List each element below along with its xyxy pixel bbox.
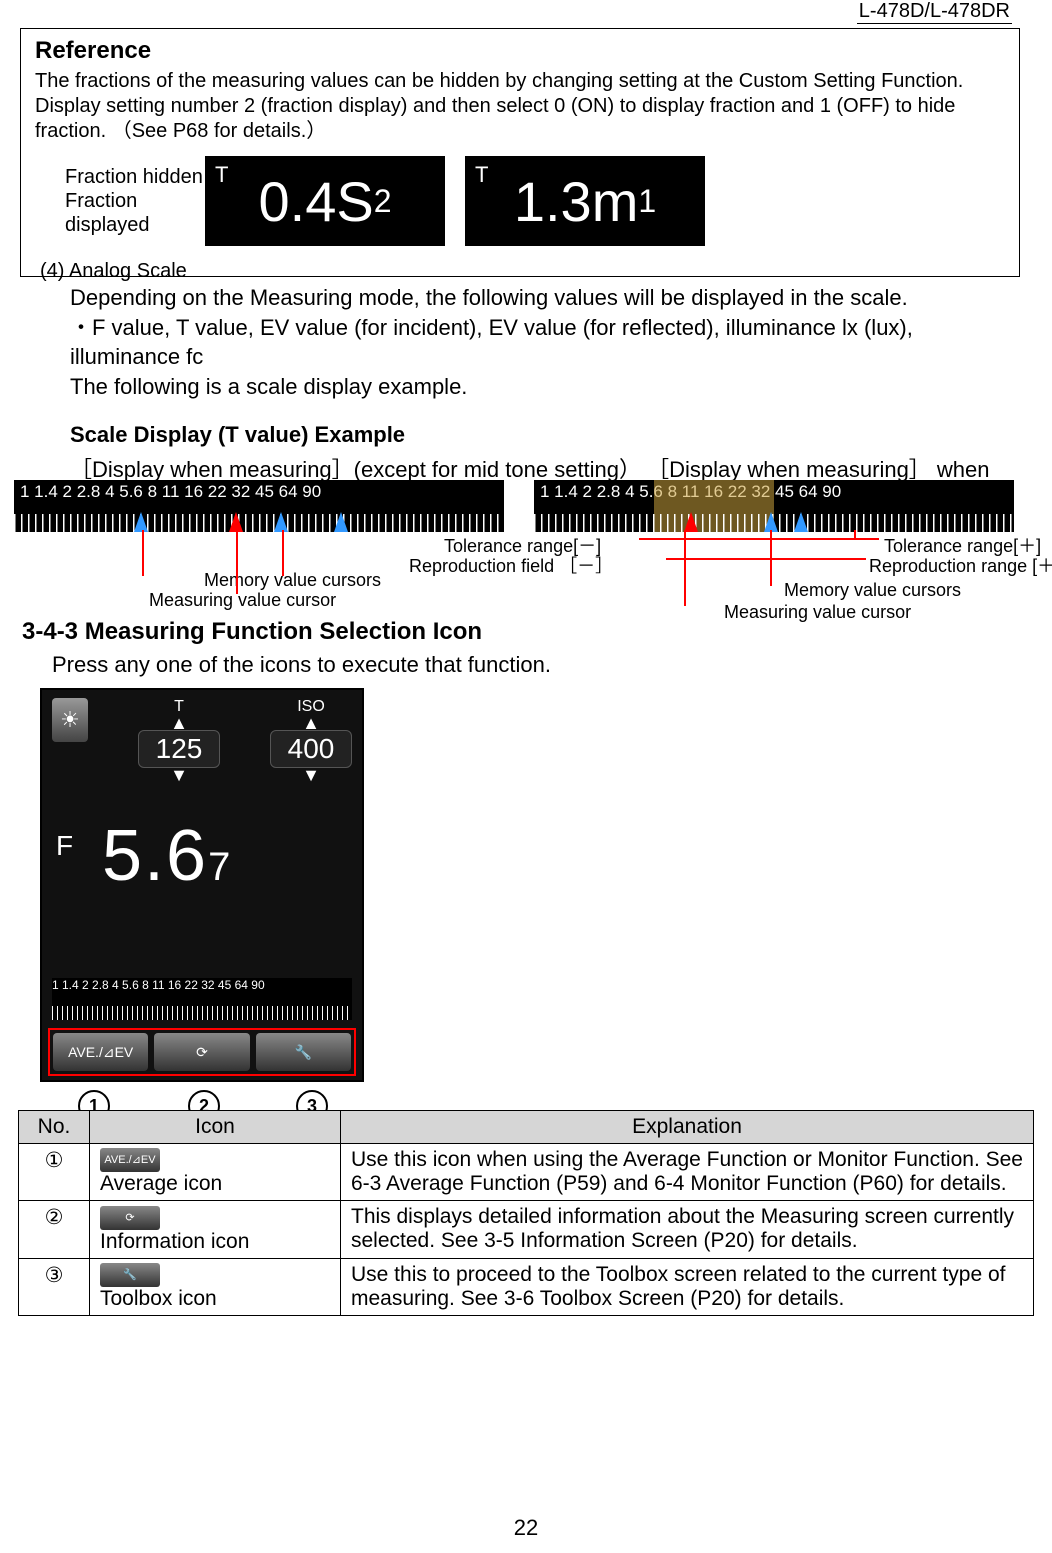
- f-sub: 7: [208, 845, 232, 889]
- t-value: 125: [138, 730, 220, 768]
- scale-left: 1 1.4 2 2.8 4 5.6 8 11 16 22 32 45 64 90: [14, 480, 504, 532]
- info-button[interactable]: ⟳: [154, 1033, 249, 1071]
- header-model: L-478D/L-478DR: [857, 0, 1012, 24]
- analog-scale-section: (4) Analog Scale Depending on the Measur…: [0, 260, 1052, 517]
- measuring-cursor-icon: [684, 512, 698, 532]
- col-icon: Icon: [90, 1111, 341, 1144]
- col-explanation: Explanation: [341, 1111, 1034, 1144]
- anno-memory-cursors-left: Memory value cursors: [204, 570, 381, 591]
- section-3-4-3: 3-4-3 Measuring Function Selection Icon …: [0, 618, 1052, 1124]
- table-row: ① AVE./⊿EV Average icon Use this icon wh…: [19, 1144, 1034, 1201]
- analog-line2: ・F value, T value, EV value (for inciden…: [70, 313, 1012, 372]
- reference-title: Reference: [35, 37, 1005, 65]
- row3-explanation: Use this to proceed to the Toolbox scree…: [341, 1258, 1034, 1315]
- col-no: No.: [19, 1111, 90, 1144]
- scale-right: 1 1.4 2 2.8 4 5.6 8 11 16 22 32 45 64 90: [534, 480, 1014, 532]
- row1-no: ①: [19, 1144, 90, 1201]
- anno-measuring-cursor-left: Measuring value cursor: [149, 590, 336, 611]
- leader-line: [684, 530, 686, 606]
- section-343-title: 3-4-3 Measuring Function Selection Icon: [22, 618, 1030, 646]
- table-header-row: No. Icon Explanation: [19, 1111, 1034, 1144]
- icon-explanation-table: No. Icon Explanation ① AVE./⊿EV Average …: [18, 1110, 1034, 1316]
- leader-line: [854, 530, 856, 540]
- anno-memory-cursors-right: Memory value cursors: [784, 580, 961, 601]
- row2-explanation: This displays detailed information about…: [341, 1201, 1034, 1258]
- t-sup-icon: T: [215, 162, 228, 188]
- row2-no: ②: [19, 1201, 90, 1258]
- table-row: ③ 🔧 Toolbox icon Use this to proceed to …: [19, 1258, 1034, 1315]
- fraction-displayed-label: Fraction displayed: [65, 189, 205, 237]
- memory-cursor-icon: [134, 512, 148, 532]
- frac2-unit: m: [592, 169, 639, 234]
- chevron-down-icon[interactable]: ▼: [170, 768, 188, 782]
- memory-cursor-icon: [274, 512, 288, 532]
- fraction-labels: Fraction hidden Fraction displayed: [65, 165, 205, 237]
- anno-reproduction-minus: Reproduction field ［－］: [409, 552, 613, 578]
- leader-line: [666, 558, 866, 560]
- fraction-row: Fraction hidden Fraction displayed T 0.4…: [35, 156, 1005, 246]
- chevron-up-icon[interactable]: ▲: [302, 716, 320, 730]
- memory-cursor-icon: [334, 512, 348, 532]
- row1-icon-label: Average icon: [100, 1172, 222, 1195]
- scale-left-numbers: 1 1.4 2 2.8 4 5.6 8 11 16 22 32 45 64 90: [14, 482, 327, 502]
- scale-left-ticks: [14, 514, 504, 532]
- measuring-cursor-icon: [229, 512, 243, 532]
- memory-cursor-icon: [794, 512, 808, 532]
- device-scale-ticks: [52, 1006, 352, 1020]
- leader-line: [236, 530, 238, 594]
- f-value: 5.67: [102, 815, 232, 897]
- reference-box: Reference The fractions of the measuring…: [20, 28, 1020, 277]
- f-main: 5.6: [102, 816, 208, 896]
- memory-cursor-icon: [764, 512, 778, 532]
- function-icon-row: AVE./⊿EV ⟳ 🔧: [48, 1028, 356, 1076]
- average-icon: AVE./⊿EV: [100, 1148, 160, 1172]
- analog-line1: Depending on the Measuring mode, the fol…: [70, 283, 1012, 313]
- toolbox-button[interactable]: 🔧: [256, 1033, 351, 1071]
- frac1-main: 0.4: [258, 169, 336, 234]
- leader-line: [639, 538, 879, 540]
- frac2-sub: 1: [638, 183, 656, 220]
- leader-line: [770, 530, 772, 586]
- device-scale-numbers: 1 1.4 2 2.8 4 5.6 8 11 16 22 32 45 64 90: [52, 978, 352, 992]
- row3-no: ③: [19, 1258, 90, 1315]
- iso-value-box[interactable]: ISO ▲ 400 ▼: [270, 698, 352, 783]
- frac1-sub: 2: [374, 183, 392, 220]
- brightness-icon[interactable]: ☀: [52, 698, 88, 742]
- device-screen: ☀ T ▲ 125 ▼ ISO ▲ 400 ▼ F 5.67 1 1.4 2 2…: [40, 688, 364, 1082]
- fraction-display-1: T 0.4S2: [205, 156, 445, 246]
- device-scale: 1 1.4 2 2.8 4 5.6 8 11 16 22 32 45 64 90: [52, 978, 352, 1020]
- scales-area: 1 1.4 2 2.8 4 5.6 8 11 16 22 32 45 64 90…: [14, 480, 1034, 614]
- t-sup-icon: T: [475, 162, 488, 188]
- fraction-hidden-label: Fraction hidden: [65, 165, 205, 189]
- fraction-display-2: T 1.3m1: [465, 156, 705, 246]
- row1-icon-cell: AVE./⊿EV Average icon: [90, 1144, 341, 1201]
- toolbox-icon: 🔧: [100, 1263, 160, 1287]
- reference-body: The fractions of the measuring values ca…: [35, 69, 1005, 144]
- chevron-up-icon[interactable]: ▲: [170, 716, 188, 730]
- section-343-body: Press any one of the icons to execute th…: [52, 652, 1030, 678]
- info-icon: ⟳: [100, 1206, 160, 1230]
- row2-icon-label: Information icon: [100, 1230, 249, 1253]
- iso-value: 400: [270, 730, 352, 768]
- scale-title: Scale Display (T value) Example: [70, 420, 1012, 450]
- analog-line3: The following is a scale display example…: [70, 372, 1012, 402]
- t-value-box[interactable]: T ▲ 125 ▼: [138, 698, 220, 783]
- frac1-unit: S: [336, 169, 373, 234]
- row2-icon-cell: ⟳ Information icon: [90, 1201, 341, 1258]
- anno-reproduction-plus: Reproduction range [＋]: [869, 552, 1052, 578]
- fraction-displays: T 0.4S2 T 1.3m1: [205, 156, 705, 246]
- frac2-main: 1.3: [514, 169, 592, 234]
- leader-line: [142, 530, 144, 576]
- f-label: F: [56, 830, 73, 862]
- row3-icon-label: Toolbox icon: [100, 1287, 217, 1310]
- leader-line: [282, 530, 284, 576]
- table-row: ② ⟳ Information icon This displays detai…: [19, 1201, 1034, 1258]
- page-number: 22: [0, 1515, 1052, 1541]
- average-button[interactable]: AVE./⊿EV: [53, 1033, 148, 1071]
- chevron-down-icon[interactable]: ▼: [302, 768, 320, 782]
- row3-icon-cell: 🔧 Toolbox icon: [90, 1258, 341, 1315]
- row1-explanation: Use this icon when using the Average Fun…: [341, 1144, 1034, 1201]
- analog-heading: (4) Analog Scale: [40, 260, 1012, 283]
